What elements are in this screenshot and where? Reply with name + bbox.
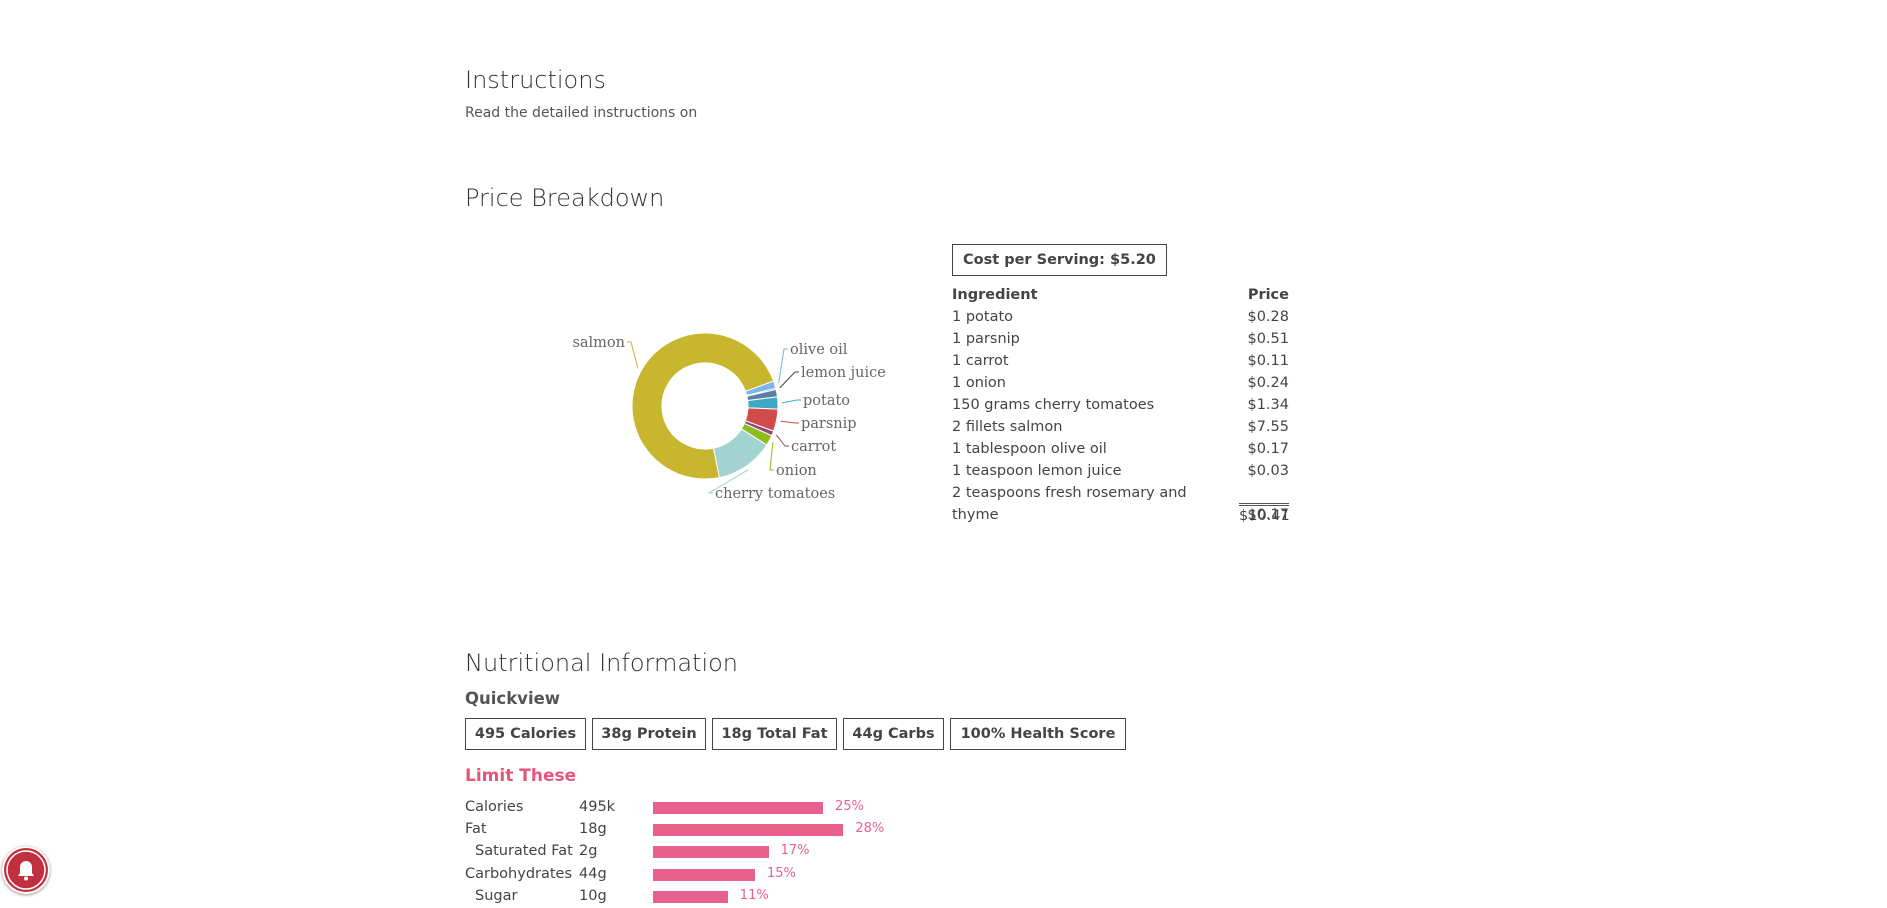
price-row: 1 carrot $0.11 xyxy=(952,350,1289,372)
notification-bell-button[interactable] xyxy=(2,846,50,894)
price-row-price: $0.51 xyxy=(1247,331,1289,347)
nutrient-row: Sugar 10g 11% xyxy=(465,888,965,908)
price-row-ingredient: 1 teaspoon lemon juice xyxy=(952,463,1122,479)
donut-slice-label: parsnip xyxy=(801,416,857,432)
donut-slice-label: lemon juice xyxy=(801,365,886,381)
price-table: Ingredient Price 1 potato $0.28 1 parsnip $… xyxy=(952,284,1289,526)
price-table-header: Ingredient Price xyxy=(952,284,1289,306)
nutrient-label: Sugar xyxy=(475,888,518,904)
nutrient-amount: 10g xyxy=(579,888,607,904)
price-row-ingredient: 1 onion xyxy=(952,375,1006,391)
ingredient-column-header: Ingredient xyxy=(952,287,1038,303)
nutrient-label: Calories xyxy=(465,799,524,815)
recipe-page: Instructions Read the detailed instructi… xyxy=(0,0,1887,904)
nutrient-percent-bar xyxy=(653,846,769,858)
donut-slice-label: potato xyxy=(803,393,850,409)
nutrient-amount: 18g xyxy=(579,821,607,837)
donut-slice-label: onion xyxy=(776,463,817,479)
quickview-heading: Quickview xyxy=(465,689,561,708)
price-row-price: $0.11 xyxy=(1247,353,1289,369)
bell-icon xyxy=(6,850,46,890)
donut-slice-label: olive oil xyxy=(790,342,848,358)
donut-slice-label: cherry tomatoes xyxy=(715,486,835,502)
price-row-ingredient: 2 fillets salmon xyxy=(952,419,1063,435)
donut-label-connector xyxy=(769,442,774,471)
nutrient-percent-label: 17% xyxy=(780,843,810,858)
nutrient-percent-bar xyxy=(653,891,728,903)
price-total: $10.41 xyxy=(1239,503,1290,524)
quickview-health-score: 100% Health Score xyxy=(950,718,1126,750)
nutrient-row: Saturated Fat 2g 17% xyxy=(465,843,965,863)
price-column-header: Price xyxy=(1247,287,1289,303)
nutrition-heading: Nutritional Information xyxy=(465,649,739,677)
price-row-ingredient: 2 teaspoons fresh rosemary and thyme xyxy=(952,485,1187,523)
price-row: 1 potato $0.28 xyxy=(952,306,1289,328)
instructions-text: Read the detailed instructions on xyxy=(465,105,698,121)
price-row-price: $0.17 xyxy=(1247,441,1289,457)
nutrient-percent-bar xyxy=(653,869,755,881)
quickview-fat: 18g Total Fat xyxy=(712,718,837,750)
cost-per-serving-badge: Cost per Serving: $5.20 xyxy=(952,244,1167,276)
price-row-price: $0.24 xyxy=(1247,375,1289,391)
donut-slice-label: carrot xyxy=(791,439,836,455)
donut-label-connector xyxy=(627,341,639,369)
nutrient-label: Saturated Fat xyxy=(475,843,573,859)
nutrient-percent-label: 25% xyxy=(835,799,864,814)
price-row-price: $0.03 xyxy=(1247,463,1289,479)
nutrient-label: Fat xyxy=(465,821,487,837)
donut-label-connector xyxy=(775,434,789,447)
instructions-heading: Instructions xyxy=(465,66,606,94)
price-row-ingredient: 150 grams cherry tomatoes xyxy=(952,397,1155,413)
nutrient-percent-label: 28% xyxy=(855,821,885,836)
nutrient-amount: 2g xyxy=(579,843,598,859)
price-row-ingredient: 1 carrot xyxy=(952,353,1009,369)
price-row-ingredient: 1 parsnip xyxy=(952,331,1020,347)
price-row-price: $0.28 xyxy=(1247,309,1289,325)
nutrient-label: Carbohydrates xyxy=(465,866,573,882)
quickview-protein: 38g Protein xyxy=(592,718,706,750)
quickview-carbs: 44g Carbs xyxy=(843,718,944,750)
price-row: 1 tablespoon olive oil $0.17 xyxy=(952,438,1289,460)
nutrient-row: Calories 495k 25% xyxy=(465,799,965,819)
nutrient-percent-bar xyxy=(653,824,844,836)
donut-label-connector xyxy=(778,348,788,384)
price-row: 150 grams cherry tomatoes $1.34 xyxy=(952,394,1289,416)
quickview-calories: 495 Calories xyxy=(465,718,586,750)
limit-these-heading: Limit These xyxy=(465,766,577,786)
price-breakdown-heading: Price Breakdown xyxy=(465,184,665,212)
price-row: 1 teaspoon lemon juice $0.03 xyxy=(952,460,1289,482)
donut-label-connector xyxy=(779,371,799,389)
donut-slice-label: salmon xyxy=(572,335,625,351)
donut-label-connector xyxy=(781,399,801,404)
nutrient-row: Carbohydrates 44g 15% xyxy=(465,866,965,886)
price-row: 1 onion $0.24 xyxy=(952,372,1289,394)
nutrient-percent-label: 11% xyxy=(739,888,769,903)
nutrient-amount: 495k xyxy=(579,799,616,815)
price-row-ingredient: 1 tablespoon olive oil xyxy=(952,441,1107,457)
price-row: 2 fillets salmon $7.55 xyxy=(952,416,1289,438)
price-row-price: $1.34 xyxy=(1247,397,1289,413)
price-donut-chart: olive oil lemon juice potato parsnip carrot o… xyxy=(572,332,886,502)
nutrient-percent-bar xyxy=(653,802,823,814)
price-row-ingredient: 1 potato xyxy=(952,309,1014,325)
nutrient-row: Fat 18g 28% xyxy=(465,821,965,841)
price-row-price: $7.55 xyxy=(1247,419,1289,435)
nutrient-amount: 44g xyxy=(579,866,607,882)
price-row: 1 parsnip $0.51 xyxy=(952,328,1289,350)
nutrient-percent-label: 15% xyxy=(767,866,796,881)
donut-label-connector xyxy=(780,420,799,424)
